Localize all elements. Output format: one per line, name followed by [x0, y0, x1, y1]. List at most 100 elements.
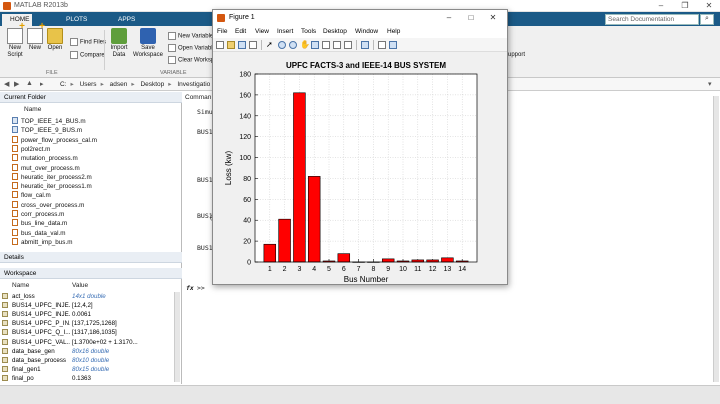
workspace-name-column[interactable]: Name: [12, 282, 29, 289]
open-button[interactable]: Open: [42, 28, 68, 52]
m-file-icon: [12, 135, 18, 143]
browse-folder-icon[interactable]: ▸: [40, 80, 44, 88]
file-list-item[interactable]: bus_data_val.m: [12, 228, 65, 237]
variable-value: 80x16 double: [72, 347, 110, 355]
file-list-item[interactable]: TOP_IEEE_14_BUS.m: [12, 117, 86, 125]
new-script-icon: [7, 24, 25, 44]
data-cursor-icon[interactable]: [322, 41, 330, 49]
file-list-item[interactable]: mutation_process.m: [12, 154, 78, 162]
current-folder-name-column[interactable]: Name: [24, 106, 41, 113]
search-icon[interactable]: ⌕: [700, 14, 714, 25]
x-tick-label: 4: [312, 266, 316, 273]
address-dropdown-icon[interactable]: ▾: [708, 80, 712, 88]
show-plot-tools-icon[interactable]: [389, 41, 397, 49]
figure-window[interactable]: Figure 1 – □ ✕ File Edit View Insert Too…: [212, 9, 508, 285]
workspace-variable-row[interactable]: BUS14_UPFC_P_IN... [137,1725,1268]: [2, 320, 174, 329]
hide-plot-tools-icon[interactable]: [378, 41, 386, 49]
save-figure-icon[interactable]: [238, 41, 246, 49]
restore-icon[interactable]: ❐: [678, 1, 692, 10]
file-list-item[interactable]: heuratic_iter_process1.m: [12, 182, 92, 190]
compare-button[interactable]: Compare: [70, 51, 105, 59]
file-name: TOP_IEEE_9_BUS.m: [21, 127, 83, 135]
support-label[interactable]: upport: [508, 52, 525, 58]
workspace-variable-row[interactable]: act_loss 14x1 double: [2, 293, 174, 302]
file-list-item[interactable]: abmitt_imp_bus.m: [12, 237, 72, 246]
x-axis-label: Bus Number: [344, 275, 389, 284]
command-output-line: BUS1: [197, 244, 213, 252]
rotate-3d-icon[interactable]: [311, 41, 319, 49]
file-list-item[interactable]: power_flow_process_cal.m: [12, 135, 97, 144]
function-browser-icon[interactable]: fx: [186, 284, 194, 292]
search-documentation-input[interactable]: Search Documentation: [605, 14, 699, 25]
workspace-variable-row[interactable]: final_po 0.1363: [2, 374, 174, 384]
pointer-icon[interactable]: ➚: [266, 41, 274, 49]
command-prompt[interactable]: >>: [197, 284, 205, 292]
figure-canvas[interactable]: 0 20 40 60 80 100 120 140 160 180 1 2 3 4 5 6 7 8 9 10 11 12 1…: [213, 52, 507, 284]
tab-plots[interactable]: PLOTS: [58, 14, 92, 26]
variable-name: BUS14_UPFC_Q_I...: [12, 329, 70, 337]
new-variable-icon: [168, 32, 176, 40]
x-tick-label: 6: [342, 266, 346, 273]
open-variable-icon: [168, 44, 176, 52]
variable-name: BUS14_UPFC_INJE...: [12, 302, 70, 310]
command-window-scrollbar[interactable]: [713, 96, 719, 382]
back-arrow-icon[interactable]: ◀: [4, 80, 9, 88]
find-files-button[interactable]: Find Files: [70, 38, 106, 46]
zoom-out-icon[interactable]: [289, 41, 297, 49]
figure-minimize-icon[interactable]: –: [443, 13, 455, 22]
menu-desktop[interactable]: Desktop: [323, 28, 347, 35]
menu-insert[interactable]: Insert: [277, 28, 293, 35]
menu-file[interactable]: File: [217, 28, 227, 35]
workspace-variable-row[interactable]: data_base_process 80x10 double: [2, 356, 174, 366]
file-list-item[interactable]: mut_over_process.m: [12, 163, 80, 172]
menu-edit[interactable]: Edit: [235, 28, 246, 35]
workspace-scrollbar[interactable]: [174, 292, 180, 382]
file-list-item[interactable]: cross_over_process.m: [12, 200, 84, 209]
open-file-icon[interactable]: [227, 41, 235, 49]
tab-apps[interactable]: APPS: [110, 14, 140, 26]
minimize-icon[interactable]: –: [654, 1, 668, 10]
file-list-item[interactable]: corr_process.m: [12, 210, 64, 218]
bar-bus-3: [293, 92, 306, 263]
up-folder-icon[interactable]: ▲: [26, 80, 33, 87]
brush-icon[interactable]: [333, 41, 341, 49]
workspace-value-column[interactable]: Value: [72, 282, 88, 289]
file-name: power_flow_process_cal.m: [21, 136, 97, 144]
save-workspace-button[interactable]: Save Workspace: [132, 28, 164, 58]
m-file-icon: [12, 237, 18, 245]
link-plot-icon[interactable]: [344, 41, 352, 49]
close-icon[interactable]: ✕: [702, 1, 716, 10]
menu-view[interactable]: View: [255, 28, 269, 35]
figure-maximize-icon[interactable]: □: [465, 13, 477, 22]
workspace-variable-row[interactable]: BUS14_UPFC_INJE... [12,4,2]: [2, 302, 174, 311]
open-variable-button[interactable]: Open Variable: [168, 44, 216, 52]
menu-tools[interactable]: Tools: [301, 28, 316, 35]
zoom-in-icon[interactable]: [278, 41, 286, 49]
file-list-item[interactable]: heuratic_iter_process2.m: [12, 172, 92, 181]
file-list-item[interactable]: TOP_IEEE_9_BUS.m: [12, 126, 82, 134]
file-list-item[interactable]: bus_line_data.m: [12, 219, 67, 227]
workspace-variable-row[interactable]: BUS14_UPFC_INJE... 0.0061: [2, 311, 174, 320]
workspace-variable-row[interactable]: data_base_gen 80x16 double: [2, 347, 174, 357]
details-header[interactable]: Details: [0, 252, 182, 263]
bar-chart[interactable]: 0204060801001201401601801 2 3 4 5 6 7 8 9 10 11 12 1…: [213, 52, 507, 284]
insert-colorbar-icon[interactable]: [361, 41, 369, 49]
menu-help[interactable]: Help: [387, 28, 400, 35]
forward-arrow-icon[interactable]: ▶: [14, 80, 19, 88]
tab-home[interactable]: HOME: [2, 14, 32, 26]
print-figure-icon[interactable]: [249, 41, 257, 49]
figure-close-icon[interactable]: ✕: [487, 13, 499, 22]
new-figure-icon[interactable]: [216, 41, 224, 49]
workspace-variable-row[interactable]: BUS14_UPFC_Q_I... [1317,186,1035]: [2, 329, 174, 338]
file-list-item[interactable]: flow_cal.m: [12, 191, 51, 199]
workspace-variable-row[interactable]: BUS14_UPFC_VAL... [1.3700e+02 + 1.3170...: [2, 338, 174, 348]
m-file-icon: [12, 163, 18, 171]
import-data-button[interactable]: Import Data: [106, 28, 132, 58]
new-icon: [27, 24, 45, 44]
workspace-variable-row[interactable]: final_gen1 80x15 double: [2, 365, 174, 375]
pan-icon[interactable]: ✋: [300, 41, 310, 49]
file-list-item[interactable]: pol2rect.m: [12, 144, 50, 153]
new-variable-button[interactable]: New Variable: [168, 32, 213, 40]
menu-window[interactable]: Window: [355, 28, 378, 35]
breadcrumb[interactable]: C: ▸ Users ▸ adsen ▸ Desktop ▸ Investigatio: [60, 80, 210, 88]
